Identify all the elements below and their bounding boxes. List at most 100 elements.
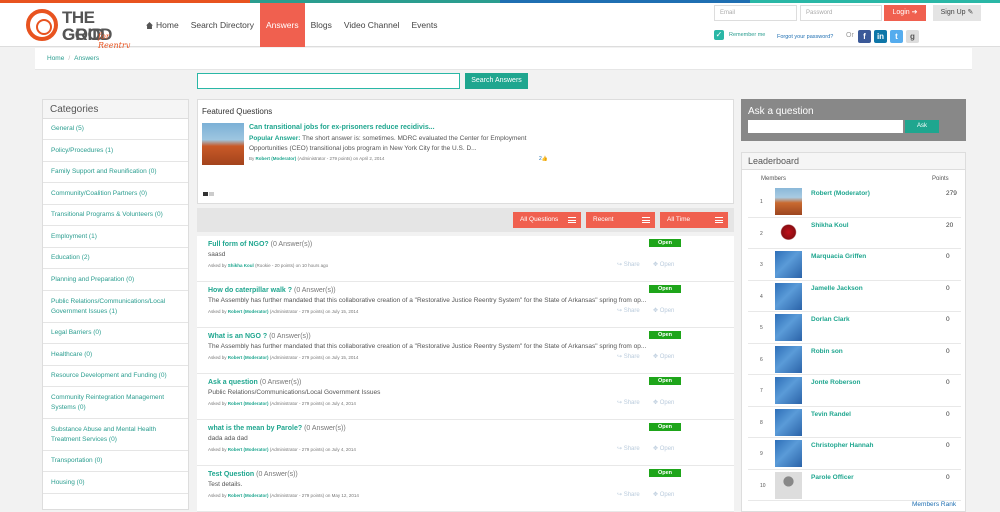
filter-recent[interactable]: Recent bbox=[586, 212, 655, 228]
category-item[interactable]: Community/Coalition Partners (0) bbox=[43, 183, 188, 205]
member-name[interactable]: Marquacia Griffen bbox=[811, 253, 866, 260]
search-input[interactable] bbox=[197, 73, 460, 89]
nav-answers[interactable]: Answers bbox=[260, 3, 305, 47]
member-avatar[interactable] bbox=[775, 282, 802, 310]
email-input[interactable]: Email bbox=[714, 5, 797, 21]
category-item[interactable]: Planning and Preparation (0) bbox=[43, 269, 188, 291]
category-item[interactable]: Policy/Procedures (1) bbox=[43, 140, 188, 162]
member-avatar[interactable] bbox=[775, 314, 802, 341]
member-name[interactable]: Robert (Moderator) bbox=[811, 190, 870, 197]
open-button[interactable]: ✥ Open bbox=[653, 353, 674, 360]
member-avatar[interactable] bbox=[775, 219, 802, 247]
nav-home[interactable]: Home bbox=[140, 3, 185, 47]
share-button[interactable]: ↪ Share bbox=[617, 261, 640, 268]
filter-all-questions[interactable]: All Questions bbox=[513, 212, 581, 228]
category-item[interactable]: Legal Barriers (0) bbox=[43, 323, 188, 344]
member-avatar[interactable] bbox=[775, 471, 802, 499]
category-item[interactable]: Education (2) bbox=[43, 248, 188, 269]
ask-button[interactable]: Ask bbox=[905, 120, 939, 133]
category-item[interactable]: Housing (0) bbox=[43, 472, 188, 494]
nav-search-directory[interactable]: Search Directory bbox=[185, 3, 260, 47]
member-name[interactable]: Parole Officer bbox=[811, 474, 854, 481]
open-button[interactable]: ✥ Open bbox=[653, 491, 674, 498]
member-avatar[interactable] bbox=[775, 188, 802, 215]
facebook-icon[interactable]: f bbox=[858, 30, 871, 43]
question-title[interactable]: Full form of NGO? bbox=[208, 241, 269, 248]
remember-me[interactable]: ✓ Remember me bbox=[714, 30, 765, 40]
question-title[interactable]: what is the mean by Parole? bbox=[208, 425, 302, 432]
member-name[interactable]: Dorlan Clark bbox=[811, 316, 850, 323]
signup-button[interactable]: Sign Up ✎ bbox=[933, 5, 981, 21]
question-title[interactable]: Test Question bbox=[208, 471, 254, 478]
question-author[interactable]: Robert (Moderator) bbox=[228, 401, 269, 406]
member-avatar[interactable] bbox=[775, 251, 802, 278]
featured-author[interactable]: Robert (Moderator) bbox=[256, 156, 297, 161]
open-button[interactable]: ✥ Open bbox=[653, 307, 674, 314]
breadcrumb-home[interactable]: Home bbox=[47, 55, 64, 62]
question-title[interactable]: How do caterpillar walk ? bbox=[208, 287, 292, 294]
question-author[interactable]: Robert (Moderator) bbox=[228, 447, 269, 452]
featured-likes[interactable]: 2👍 bbox=[539, 156, 548, 162]
password-input[interactable]: Password bbox=[800, 5, 882, 21]
carousel-dot-active[interactable] bbox=[203, 192, 208, 196]
question-title[interactable]: What is an NGO ? bbox=[208, 333, 267, 340]
question-row: Full form of NGO? (0 Answer(s)) saasd As… bbox=[197, 236, 734, 282]
twitter-icon[interactable]: t bbox=[890, 30, 903, 43]
carousel-indicators[interactable] bbox=[203, 192, 215, 196]
open-button[interactable]: ✥ Open bbox=[653, 261, 674, 268]
featured-image[interactable] bbox=[202, 123, 244, 165]
nav-blogs[interactable]: Blogs bbox=[305, 3, 338, 47]
question-title-line: What is an NGO ? (0 Answer(s)) bbox=[208, 333, 311, 340]
share-button[interactable]: ↪ Share bbox=[617, 491, 640, 498]
question-byline: Asked by Robert (Moderator) (Administrat… bbox=[208, 447, 356, 452]
category-item[interactable]: Healthcare (0) bbox=[43, 344, 188, 366]
question-author[interactable]: Robert (Moderator) bbox=[228, 355, 269, 360]
site-logo[interactable]: THE GOOD GRID for Reentry bbox=[26, 8, 141, 50]
nav-video-channel[interactable]: Video Channel bbox=[338, 3, 406, 47]
member-name[interactable]: Christopher Hannah bbox=[811, 442, 873, 449]
member-avatar[interactable] bbox=[775, 345, 802, 373]
question-author[interactable]: Robert (Moderator) bbox=[228, 493, 269, 498]
checkbox-checked-icon[interactable]: ✓ bbox=[714, 30, 724, 40]
google-icon[interactable]: g bbox=[906, 30, 919, 43]
member-name[interactable]: Tevin Randel bbox=[811, 411, 851, 418]
nav-events[interactable]: Events bbox=[405, 3, 443, 47]
category-item[interactable]: Resource Development and Funding (0) bbox=[43, 366, 188, 387]
member-name[interactable]: Jamelle Jackson bbox=[811, 285, 863, 292]
category-item[interactable]: Transportation (0) bbox=[43, 451, 188, 472]
filter-all-time[interactable]: All Time bbox=[660, 212, 728, 228]
category-item[interactable]: Community Reintegration Management Syste… bbox=[43, 387, 188, 419]
category-item[interactable]: Employment (1) bbox=[43, 226, 188, 248]
ask-input[interactable] bbox=[748, 120, 903, 133]
carousel-dot[interactable] bbox=[209, 192, 214, 196]
category-item[interactable]: Family Support and Reunification (0) bbox=[43, 162, 188, 183]
member-name[interactable]: Shikha Koul bbox=[811, 222, 849, 229]
search-answers-button[interactable]: Search Answers bbox=[465, 73, 528, 89]
member-avatar[interactable] bbox=[775, 408, 802, 436]
member-name[interactable]: Robin son bbox=[811, 348, 843, 355]
open-button[interactable]: ✥ Open bbox=[653, 445, 674, 452]
question-author[interactable]: Shikha Koul bbox=[228, 263, 254, 268]
member-avatar[interactable] bbox=[775, 377, 802, 404]
question-title-line: Ask a question (0 Answer(s)) bbox=[208, 379, 301, 386]
question-author-meta: (Administrator - 279 points) on May 12, … bbox=[269, 493, 359, 498]
question-title[interactable]: Ask a question bbox=[208, 379, 258, 386]
share-button[interactable]: ↪ Share bbox=[617, 307, 640, 314]
forgot-password-link[interactable]: Forgot your password? bbox=[777, 34, 833, 40]
members-rank-link[interactable]: Members Rank bbox=[912, 501, 956, 508]
linkedin-icon[interactable]: in bbox=[874, 30, 887, 43]
share-button[interactable]: ↪ Share bbox=[617, 445, 640, 452]
login-button[interactable]: Login ➔ bbox=[884, 5, 926, 21]
member-avatar[interactable] bbox=[775, 440, 802, 467]
featured-question-link[interactable]: Can transitional jobs for ex-prisoners r… bbox=[249, 124, 435, 131]
breadcrumb-current[interactable]: Answers bbox=[74, 55, 99, 62]
question-author[interactable]: Robert (Moderator) bbox=[228, 309, 269, 314]
member-name[interactable]: Jonte Roberson bbox=[811, 379, 860, 386]
category-item[interactable]: General (5) bbox=[43, 119, 188, 140]
share-button[interactable]: ↪ Share bbox=[617, 353, 640, 360]
category-item[interactable]: Public Relations/Communications/Local Go… bbox=[43, 291, 188, 323]
open-button[interactable]: ✥ Open bbox=[653, 399, 674, 406]
category-item[interactable]: Transitional Programs & Volunteers (0) bbox=[43, 205, 188, 226]
share-button[interactable]: ↪ Share bbox=[617, 399, 640, 406]
category-item[interactable]: Substance Abuse and Mental Health Treatm… bbox=[43, 419, 188, 451]
